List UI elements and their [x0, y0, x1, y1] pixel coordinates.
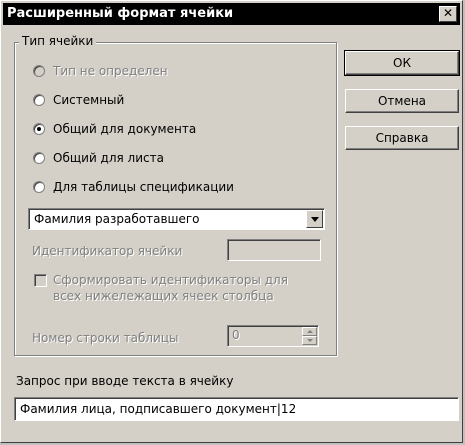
radio-common-for-sheet[interactable]: Общий для листа	[33, 150, 164, 166]
radio-label: Тип не определен	[53, 64, 168, 78]
radio-circle	[33, 123, 45, 135]
prompt-input[interactable]: Фамилия лица, подписавшего документ|12	[14, 397, 459, 421]
table-row-number-value: 0	[232, 328, 240, 342]
radio-circle	[33, 65, 45, 77]
radio-label: Общий для листа	[53, 151, 164, 165]
table-row-number-label: Номер строки таблицы	[32, 331, 179, 345]
cancel-button[interactable]: Отмена	[345, 89, 459, 113]
radio-label: Системный	[53, 93, 125, 107]
dialog-window: Расширенный формат ячейки ✕ Тип ячейки Т…	[0, 0, 463, 443]
chevron-down-icon	[307, 339, 313, 342]
cell-type-group-legend: Тип ячейки	[19, 34, 97, 48]
close-button[interactable]: ✕	[439, 6, 457, 22]
window-title: Расширенный формат ячейки	[7, 6, 234, 21]
radio-circle	[33, 152, 45, 164]
cell-id-input[interactable]	[227, 239, 321, 261]
variable-select[interactable]: Фамилия разработавшего	[28, 208, 325, 230]
radio-for-spec-table[interactable]: Для таблицы спецификации	[33, 179, 234, 195]
spin-down-button[interactable]	[302, 336, 317, 345]
radio-type-undefined[interactable]: Тип не определен	[33, 63, 168, 79]
cell-id-label: Идентификатор ячейки	[32, 244, 183, 258]
close-icon: ✕	[442, 6, 454, 20]
radio-label: Для таблицы спецификации	[53, 180, 234, 194]
spin-up-button[interactable]	[302, 327, 317, 336]
table-row-number-spinner[interactable]: 0	[227, 325, 319, 347]
generate-ids-label-line1: Сформировать идентификаторы для	[53, 273, 288, 287]
cell-type-group	[14, 42, 337, 356]
radio-system[interactable]: Системный	[33, 92, 124, 108]
radio-circle	[33, 94, 45, 106]
radio-circle	[33, 181, 45, 193]
radio-selected-dot	[37, 127, 41, 131]
radio-common-for-document[interactable]: Общий для документа	[33, 121, 196, 137]
variable-select-value: Фамилия разработавшего	[34, 212, 200, 226]
chevron-down-icon	[311, 217, 319, 222]
ok-button[interactable]: ОК	[344, 50, 460, 76]
spin-buttons	[302, 327, 317, 345]
generate-ids-checkbox[interactable]	[34, 274, 47, 287]
prompt-label: Запрос при вводе текста в ячейку	[16, 374, 234, 388]
help-button[interactable]: Справка	[345, 126, 459, 150]
chevron-up-icon	[307, 330, 313, 333]
dropdown-button[interactable]	[306, 210, 323, 228]
generate-ids-label-line2: всех нижележащих ячеек столбца	[53, 289, 274, 303]
radio-label: Общий для документа	[53, 122, 197, 136]
title-bar[interactable]: Расширенный формат ячейки ✕	[3, 3, 460, 25]
